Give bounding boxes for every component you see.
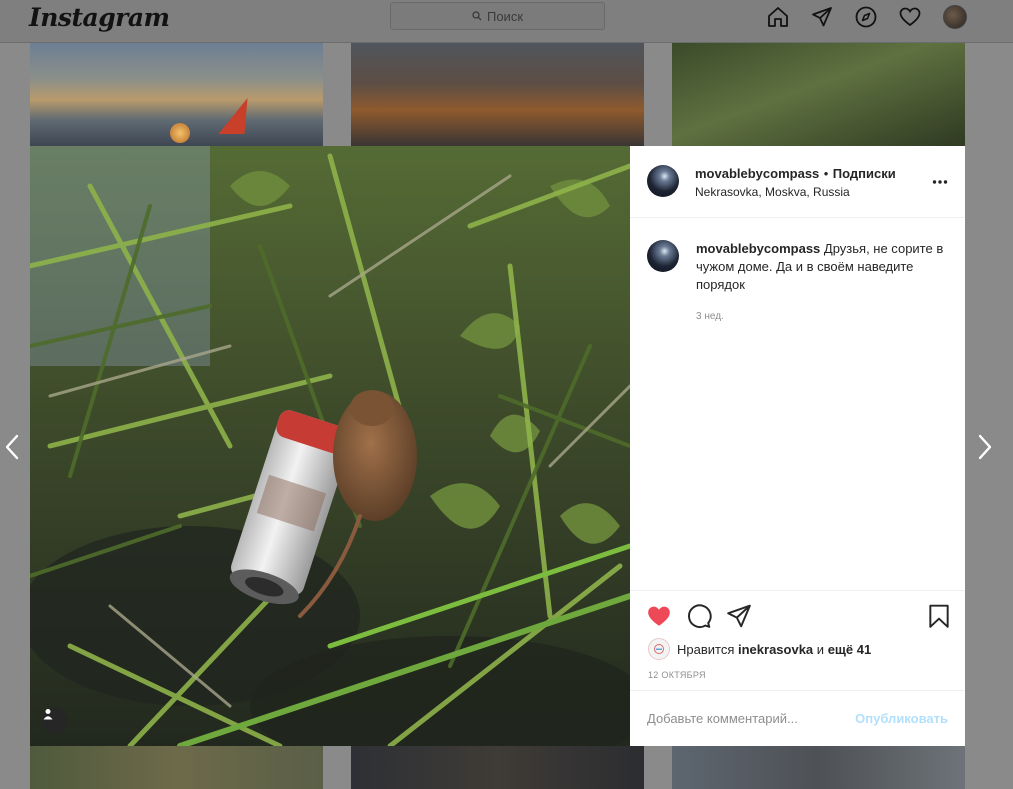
author-username[interactable]: movablebycompass xyxy=(695,166,819,181)
location-link[interactable]: Nekrasovka, Moskva, Russia xyxy=(695,185,850,199)
compass-icon[interactable] xyxy=(854,5,878,29)
liker-username[interactable]: inekrasovka xyxy=(738,642,813,657)
comment-input[interactable]: Добавьте комментарий... xyxy=(647,711,798,726)
author-avatar[interactable] xyxy=(647,165,679,197)
grid-post-thumbnail[interactable] xyxy=(30,746,323,789)
grid-post-thumbnail[interactable] xyxy=(672,43,965,146)
profile-avatar[interactable] xyxy=(943,5,967,29)
chevron-right-icon[interactable] xyxy=(975,432,995,462)
home-icon[interactable] xyxy=(766,5,790,29)
search-icon xyxy=(472,11,482,21)
caption-username[interactable]: movablebycompass xyxy=(696,241,820,256)
user-tag-icon[interactable] xyxy=(42,708,68,734)
caption-avatar[interactable] xyxy=(647,240,679,272)
heart-filled-icon[interactable] xyxy=(646,603,672,629)
post-photo-illustration xyxy=(30,146,630,746)
likes-summary: Нравится inekrasovka и ещё 41 xyxy=(648,638,871,660)
grid-post-thumbnail[interactable] xyxy=(351,43,644,146)
likes-prefix: Нравится xyxy=(677,641,735,657)
plane-tail-shape xyxy=(218,98,258,134)
paper-plane-icon[interactable] xyxy=(810,5,834,29)
post-image[interactable] xyxy=(30,146,630,746)
heart-icon[interactable] xyxy=(898,5,922,29)
search-placeholder: Поиск xyxy=(486,8,524,24)
post-header: movablebycompass • Подписки Nekrasovka, … xyxy=(630,146,965,218)
post-actions: Нравится inekrasovka и ещё 41 12 ОКТЯБРЯ xyxy=(630,590,965,691)
chevron-left-icon[interactable] xyxy=(2,432,22,462)
likes-and: и xyxy=(816,641,825,657)
post-caption: movablebycompass Друзья, не сорите в чуж… xyxy=(696,240,946,294)
comment-icon[interactable] xyxy=(686,603,712,629)
grid-post-thumbnail[interactable] xyxy=(351,746,644,789)
liker-avatar[interactable] xyxy=(648,638,670,660)
following-button[interactable]: Подписки xyxy=(833,166,896,181)
bookmark-icon[interactable] xyxy=(926,603,952,629)
post-detail-panel: movablebycompass • Подписки Nekrasovka, … xyxy=(630,146,965,746)
separator-dot: • xyxy=(823,166,829,181)
search-box[interactable]: Поиск xyxy=(390,2,605,30)
publish-button[interactable]: Опубликовать xyxy=(855,711,948,726)
likes-others-link[interactable]: ещё 41 xyxy=(828,642,872,657)
more-horizontal-icon[interactable] xyxy=(932,174,948,190)
grid-post-thumbnail[interactable] xyxy=(672,746,965,789)
top-navbar: Instagram Поиск xyxy=(0,0,1013,43)
post-date[interactable]: 12 ОКТЯБРЯ xyxy=(648,670,706,680)
share-icon[interactable] xyxy=(726,603,752,629)
grid-post-thumbnail[interactable] xyxy=(30,43,323,146)
instagram-logo[interactable]: Instagram xyxy=(29,3,170,32)
comment-form: Добавьте комментарий... Опубликовать xyxy=(630,690,965,747)
caption-timestamp[interactable]: 3 нед. xyxy=(696,311,724,322)
